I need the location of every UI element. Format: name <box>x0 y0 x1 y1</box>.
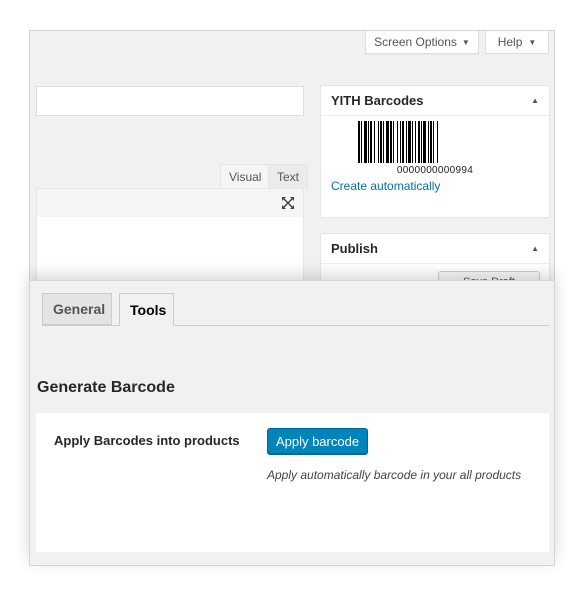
product-title-input[interactable] <box>36 86 304 116</box>
metabox-header[interactable]: Publish ▲ <box>321 234 549 264</box>
collapse-icon[interactable]: ▲ <box>531 96 539 105</box>
metabox-title: Publish <box>331 241 378 256</box>
caret-down-icon: ▼ <box>461 37 470 47</box>
create-automatically-link[interactable]: Create automatically <box>321 176 549 196</box>
tab-general[interactable]: General <box>42 293 112 325</box>
caret-down-icon: ▼ <box>528 37 537 47</box>
help-button[interactable]: Help ▼ <box>485 31 549 54</box>
field-description: Apply automatically barcode in your all … <box>267 468 522 482</box>
field-label: Apply Barcodes into products <box>54 433 240 448</box>
section-title: Generate Barcode <box>37 379 175 396</box>
barcode-icon <box>358 121 438 163</box>
product-edit-screen: Screen Options ▼ Help ▼ Visual Text YITH… <box>29 30 555 322</box>
tab-text[interactable]: Text <box>268 164 309 189</box>
screen-options-button[interactable]: Screen Options ▼ <box>365 31 479 54</box>
yith-barcodes-metabox: YITH Barcodes ▲ 0000000000994 Create aut… <box>320 85 550 218</box>
metabox-title: YITH Barcodes <box>331 93 424 108</box>
metabox-header[interactable]: YITH Barcodes ▲ <box>321 86 549 116</box>
barcode-image: 0000000000994 <box>321 116 549 176</box>
apply-barcode-button[interactable]: Apply barcode <box>267 428 368 454</box>
tab-visual[interactable]: Visual <box>220 164 271 189</box>
help-label: Help <box>497 35 523 49</box>
form-table: Apply Barcodes into products Apply barco… <box>36 413 549 552</box>
collapse-icon[interactable]: ▲ <box>531 244 539 253</box>
screen-options-label: Screen Options <box>374 35 457 49</box>
editor-toolbar <box>36 188 304 219</box>
plugin-settings-panel: General Tools Generate Barcode Apply Bar… <box>29 280 555 566</box>
barcode-number: 0000000000994 <box>396 165 474 176</box>
fullscreen-icon[interactable] <box>281 196 295 210</box>
tab-tools[interactable]: Tools <box>119 293 174 326</box>
